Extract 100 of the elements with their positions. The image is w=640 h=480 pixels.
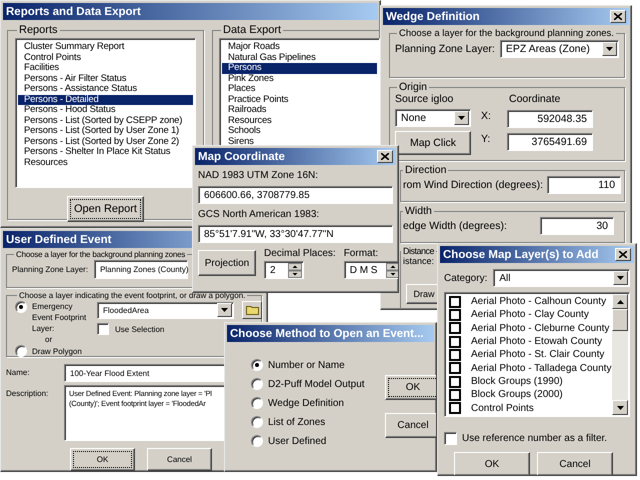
checkbox-label: Use Selection: [115, 324, 164, 334]
field-label: Planning Zone Layer:: [12, 265, 88, 274]
report-list-item[interactable]: Control Points: [18, 52, 193, 63]
source-igloo-dropdown[interactable]: None: [395, 109, 471, 127]
dropdown-arrow-button[interactable]: [454, 111, 469, 125]
data-export-list-item[interactable]: Sirens: [222, 136, 377, 147]
report-list-item[interactable]: Facilities: [18, 63, 193, 74]
x-coordinate-field[interactable]: 592048.35: [507, 110, 593, 128]
planning-zone-field[interactable]: Planning Zones (County): [94, 260, 188, 279]
report-list-item[interactable]: Persons - List (Sorted by User Zone 1): [18, 126, 193, 136]
layer-label: Block Groups (2000): [471, 389, 563, 400]
field-label: rom Wind Direction (degrees):: [403, 179, 544, 191]
radio-button[interactable]: [251, 435, 263, 447]
layer-checkbox[interactable]: [449, 296, 461, 308]
radio-label: D2-Puff Model Output: [268, 378, 365, 390]
map-click-button[interactable]: Map Click: [395, 131, 471, 155]
scroll-thumb[interactable]: [612, 309, 628, 331]
field-label: Planning Zone Layer:: [395, 43, 495, 55]
field-label: Decimal Places:: [264, 248, 336, 259]
layer-checkbox[interactable]: [449, 336, 461, 348]
utm-coordinate-field[interactable]: 606600.66, 3708779.85: [198, 186, 393, 204]
layer-checkbox[interactable]: [449, 402, 461, 414]
wedge-width-field[interactable]: 30: [540, 217, 614, 235]
radio-label: Draw Polygon: [32, 346, 82, 356]
layer-checkbox[interactable]: [449, 362, 461, 374]
folder-icon: [246, 305, 258, 315]
layer-checkbox[interactable]: [449, 376, 461, 388]
wind-direction-field[interactable]: 110: [547, 176, 622, 194]
report-list-item[interactable]: Persons - Air Filter Status: [18, 74, 193, 84]
data-export-list-item[interactable]: Resources: [222, 116, 377, 126]
window-title: Choose Method to Open an Event...: [230, 328, 424, 340]
field-label: Source igloo: [395, 93, 454, 105]
field-label: GCS North American 1983:: [198, 209, 320, 220]
group-label: Choose a layer for the background planning zones.: [398, 28, 615, 39]
data-export-list-item[interactable]: Major Roads: [222, 42, 377, 52]
y-coordinate-field[interactable]: 3765491.69: [507, 133, 593, 151]
radio-button[interactable]: [251, 397, 263, 409]
radio-label: Emergency Event Footprint Layer:: [32, 301, 88, 334]
dropdown-arrow-button[interactable]: [613, 271, 628, 285]
layer-checkbox[interactable]: [449, 348, 461, 361]
dialog-button[interactable]: Cancel: [537, 452, 613, 475]
data-export-list-item[interactable]: Railroads: [222, 105, 377, 116]
radio-label: Number or Name: [268, 360, 345, 370]
footprint-layer-dropdown[interactable]: FloodedArea: [97, 302, 234, 318]
name-field[interactable]: 100-Year Flood Extent: [64, 364, 225, 382]
planning-zone-dropdown[interactable]: EPZ Areas (Zone): [500, 40, 619, 58]
open-report-button[interactable]: Open Report: [67, 196, 144, 222]
dialog-button[interactable]: Cancel: [385, 413, 436, 438]
dropdown-arrow-button[interactable]: [217, 303, 232, 317]
layer-label: Aerial Photo - Etowah County: [471, 336, 602, 348]
checkbox[interactable]: [97, 323, 109, 335]
layer-checkbox[interactable]: [449, 322, 461, 334]
projection-button[interactable]: Projection: [198, 250, 256, 276]
layer-checkbox[interactable]: [449, 388, 461, 401]
field-label: Name:: [6, 367, 31, 377]
checkbox[interactable]: [444, 432, 457, 445]
data-export-list-item[interactable]: Schools: [222, 126, 377, 136]
radio-button[interactable]: [15, 301, 27, 313]
report-list-item[interactable]: Persons - Assistance Status: [18, 84, 193, 94]
dropdown-arrow-icon: [606, 47, 613, 51]
open-folder-button[interactable]: [242, 301, 262, 319]
decimal-places-spinner[interactable]: 2: [264, 261, 304, 279]
field-label: edge Width (degrees):: [403, 220, 507, 232]
report-list-item[interactable]: Persons - Hood Status: [18, 105, 193, 116]
report-list-item[interactable]: Persons - List (Sorted by CSEPP zone): [18, 116, 193, 126]
window-title: Map Coordinate: [198, 150, 285, 162]
close-icon: [619, 251, 627, 258]
dropdown-arrow-icon: [617, 276, 624, 280]
gcs-coordinate-field[interactable]: 85°51'7.91"W, 33°30'47.77"N: [198, 225, 393, 243]
data-export-list-item[interactable]: Places: [222, 84, 377, 94]
category-dropdown[interactable]: All: [493, 269, 630, 287]
dialog-button[interactable]: OK: [385, 375, 436, 400]
window-title: Wedge Definition: [386, 10, 480, 22]
dialog-button[interactable]: OK: [70, 448, 135, 471]
radio-button[interactable]: [251, 378, 263, 390]
data-export-list-item[interactable]: Practice Points: [222, 94, 377, 105]
report-list-item[interactable]: Persons - Shelter In Place Kit Status: [18, 147, 193, 158]
layer-checkbox[interactable]: [449, 308, 461, 321]
radio-button[interactable]: [251, 416, 263, 428]
close-button[interactable]: [615, 248, 631, 261]
data-export-list-item[interactable]: Persons: [222, 63, 377, 74]
data-export-list-item[interactable]: Pink Zones: [222, 74, 377, 84]
dropdown-arrow-button[interactable]: [602, 42, 617, 56]
layer-label: Block Groups (1990): [471, 376, 563, 388]
dialog-button[interactable]: Cancel: [147, 448, 212, 471]
data-export-list-item[interactable]: Natural Gas Pipelines: [222, 52, 377, 63]
report-list-item[interactable]: Cluster Summary Report: [18, 42, 193, 52]
report-list-item[interactable]: Persons - List (Sorted by User Zone 2): [18, 136, 193, 147]
layer-label: Control Points: [471, 402, 534, 414]
report-list-item[interactable]: Persons - Detailed: [18, 94, 193, 105]
window-title: Choose Map Layer(s) to Add: [443, 248, 598, 260]
radio-label: User Defined: [268, 436, 326, 446]
format-spinner[interactable]: D M S: [344, 261, 398, 279]
report-list-item[interactable]: Resources: [18, 158, 193, 168]
radio-button[interactable]: [251, 359, 263, 371]
radio-label: List of Zones: [268, 416, 326, 428]
close-button[interactable]: [610, 10, 626, 23]
close-button[interactable]: [377, 150, 393, 163]
radio-button[interactable]: [15, 345, 27, 357]
dialog-button[interactable]: OK: [454, 452, 530, 475]
